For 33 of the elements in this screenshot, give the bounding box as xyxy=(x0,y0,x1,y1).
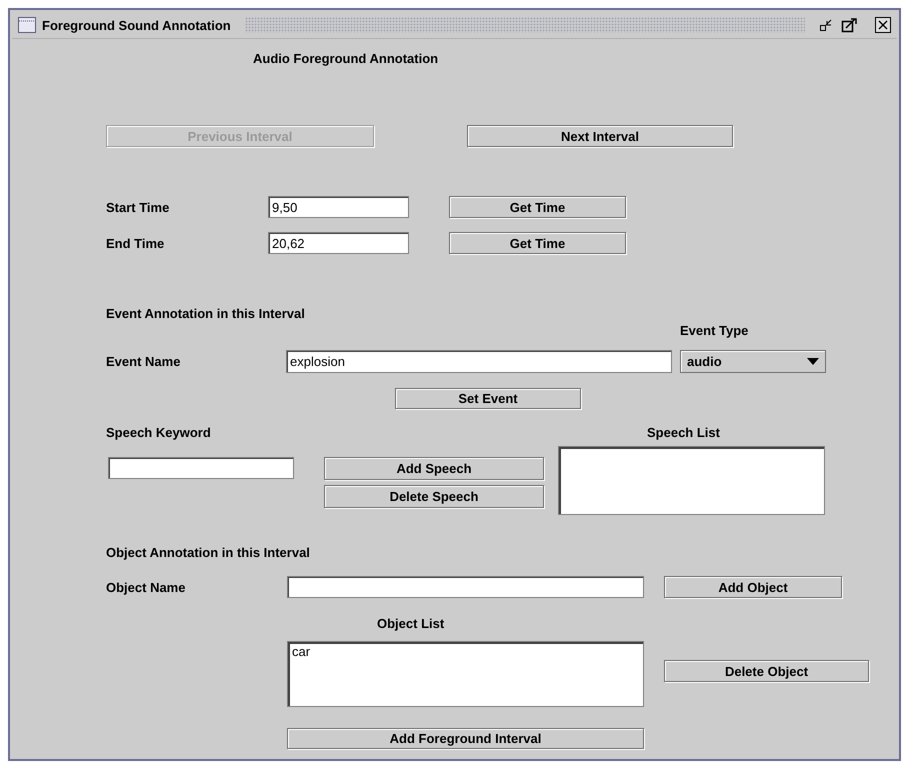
speech-list[interactable] xyxy=(558,446,825,515)
maximize-button[interactable] xyxy=(841,17,859,33)
add-foreground-interval-button[interactable]: Add Foreground Interval xyxy=(287,728,644,749)
event-type-dropdown[interactable]: audio xyxy=(680,350,826,373)
event-name-field[interactable]: explosion xyxy=(286,350,672,373)
object-name-label: Object Name xyxy=(106,580,186,594)
object-list-label: Object List xyxy=(377,616,444,631)
get-time-button[interactable]: Get Time xyxy=(449,232,626,254)
section-heading: Event Annotation in this Interval xyxy=(106,306,306,321)
add-speech-button[interactable]: Add Speech xyxy=(324,457,544,480)
time-label: Start Time xyxy=(106,200,170,214)
next-interval-button[interactable]: Next Interval xyxy=(467,125,733,147)
list-item[interactable]: car xyxy=(292,644,639,659)
add-object-button[interactable]: Add Object xyxy=(664,576,842,598)
section-heading: Object Annotation in this Interval xyxy=(106,545,310,560)
form-heading: Audio Foreground Annotation xyxy=(253,51,438,66)
speech-list-label: Speech List xyxy=(647,425,720,440)
speech-keyword-field[interactable] xyxy=(108,457,294,479)
close-button[interactable] xyxy=(875,17,891,33)
object-name-field[interactable] xyxy=(287,576,644,598)
event-name-label: Event Name xyxy=(106,354,182,369)
delete-speech-button[interactable]: Delete Speech xyxy=(324,485,544,508)
caret-icon xyxy=(807,358,819,365)
get-time-button[interactable]: Get Time xyxy=(449,196,626,218)
speech-keyword-label: Speech Keyword xyxy=(106,425,212,440)
time-field[interactable]: 20,62 xyxy=(268,232,409,254)
window-icon xyxy=(18,17,36,33)
time-label: End Time xyxy=(106,236,166,250)
delete-object-button[interactable]: Delete Object xyxy=(664,660,869,682)
set-event-button[interactable]: Set Event xyxy=(395,388,581,409)
time-field[interactable]: 9,50 xyxy=(268,196,409,218)
window-title: Foreground Sound Annotation xyxy=(42,18,231,32)
event-type-label: Event Type xyxy=(680,323,748,338)
